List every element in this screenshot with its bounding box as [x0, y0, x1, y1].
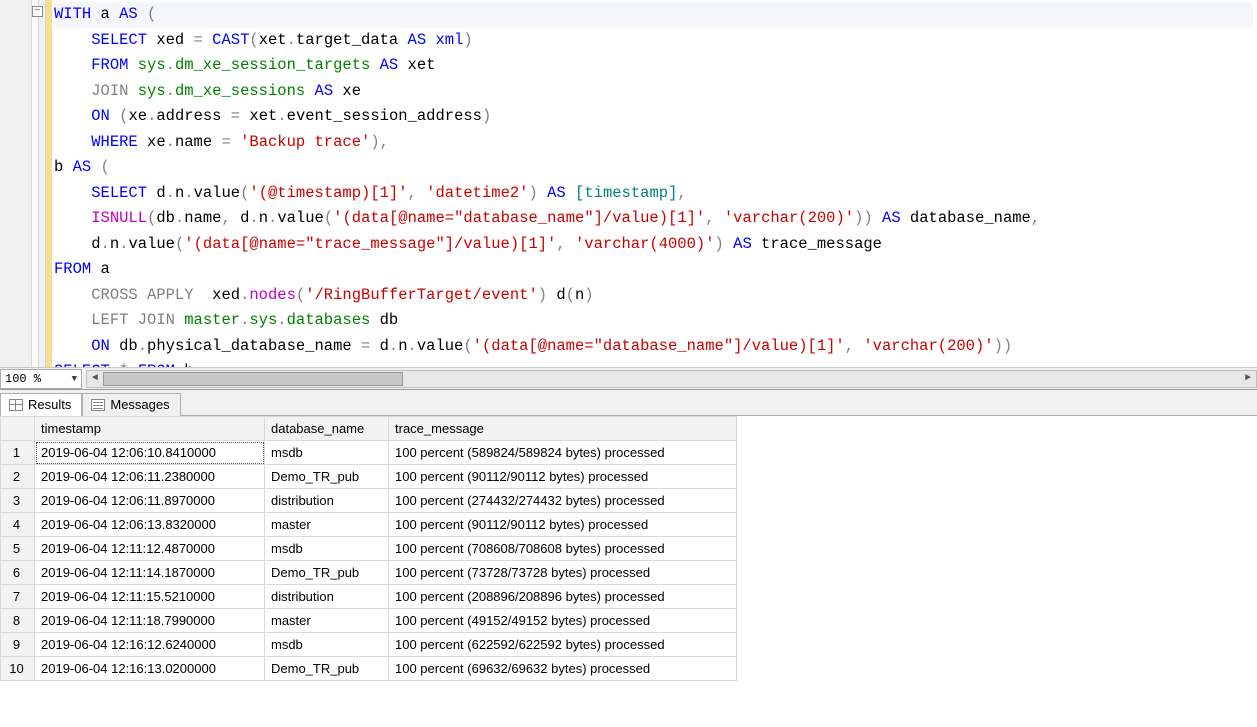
code-line[interactable]: FROM sys.dm_xe_session_targets AS xet	[54, 53, 1253, 79]
code-line[interactable]: ON db.physical_database_name = d.n.value…	[54, 334, 1253, 360]
row-number[interactable]: 8	[1, 609, 35, 633]
cell-timestamp[interactable]: 2019-06-04 12:06:11.8970000	[35, 489, 265, 513]
cell-trace_message[interactable]: 100 percent (208896/208896 bytes) proces…	[389, 585, 737, 609]
cell-database_name[interactable]: distribution	[265, 489, 389, 513]
horizontal-scrollbar[interactable]: ◄ ►	[86, 370, 1257, 388]
results-tab-strip: Results Messages	[0, 390, 1257, 416]
table-row[interactable]: 82019-06-04 12:11:18.7990000master100 pe…	[1, 609, 737, 633]
code-line[interactable]: d.n.value('(data[@name="trace_message"]/…	[54, 232, 1253, 258]
code-line[interactable]: SELECT * FROM b	[54, 359, 1253, 367]
tab-results[interactable]: Results	[0, 393, 82, 416]
code-line[interactable]: LEFT JOIN master.sys.databases db	[54, 308, 1253, 334]
row-number[interactable]: 3	[1, 489, 35, 513]
scrollbar-thumb[interactable]	[103, 372, 403, 386]
cell-database_name[interactable]: msdb	[265, 537, 389, 561]
column-header-trace_message[interactable]: trace_message	[389, 417, 737, 441]
cell-database_name[interactable]: master	[265, 609, 389, 633]
row-number[interactable]: 10	[1, 657, 35, 681]
cell-trace_message[interactable]: 100 percent (69632/69632 bytes) processe…	[389, 657, 737, 681]
code-area[interactable]: − WITH a AS ( SELECT xed = CAST(xet.targ…	[0, 0, 1257, 367]
results-grid-region[interactable]: timestampdatabase_nametrace_message12019…	[0, 416, 1257, 727]
table-row[interactable]: 62019-06-04 12:11:14.1870000Demo_TR_pub1…	[1, 561, 737, 585]
tab-messages-label: Messages	[110, 397, 169, 412]
row-number[interactable]: 7	[1, 585, 35, 609]
code-line[interactable]: CROSS APPLY xed.nodes('/RingBufferTarget…	[54, 283, 1253, 309]
code-text[interactable]: WITH a AS ( SELECT xed = CAST(xet.target…	[52, 0, 1257, 367]
code-line[interactable]: WHERE xe.name = 'Backup trace'),	[54, 130, 1253, 156]
cell-trace_message[interactable]: 100 percent (708608/708608 bytes) proces…	[389, 537, 737, 561]
editor-gutter: −	[0, 0, 46, 367]
code-line[interactable]: FROM a	[54, 257, 1253, 283]
cell-timestamp[interactable]: 2019-06-04 12:11:18.7990000	[35, 609, 265, 633]
cell-trace_message[interactable]: 100 percent (274432/274432 bytes) proces…	[389, 489, 737, 513]
table-row[interactable]: 42019-06-04 12:06:13.8320000master100 pe…	[1, 513, 737, 537]
cell-timestamp[interactable]: 2019-06-04 12:11:14.1870000	[35, 561, 265, 585]
cell-timestamp[interactable]: 2019-06-04 12:06:11.2380000	[35, 465, 265, 489]
row-header-corner	[1, 417, 35, 441]
cell-trace_message[interactable]: 100 percent (49152/49152 bytes) processe…	[389, 609, 737, 633]
messages-icon	[91, 399, 105, 411]
scroll-right-icon[interactable]: ►	[1240, 373, 1256, 384]
row-number[interactable]: 4	[1, 513, 35, 537]
row-number[interactable]: 9	[1, 633, 35, 657]
cell-timestamp[interactable]: 2019-06-04 12:16:13.0200000	[35, 657, 265, 681]
chevron-down-icon: ▼	[72, 374, 77, 384]
code-line[interactable]: JOIN sys.dm_xe_sessions AS xe	[54, 79, 1253, 105]
table-row[interactable]: 102019-06-04 12:16:13.0200000Demo_TR_pub…	[1, 657, 737, 681]
column-header-timestamp[interactable]: timestamp	[35, 417, 265, 441]
table-row[interactable]: 22019-06-04 12:06:11.2380000Demo_TR_pub1…	[1, 465, 737, 489]
cell-database_name[interactable]: Demo_TR_pub	[265, 561, 389, 585]
cell-database_name[interactable]: master	[265, 513, 389, 537]
scroll-left-icon[interactable]: ◄	[87, 373, 103, 384]
row-number[interactable]: 5	[1, 537, 35, 561]
tab-results-label: Results	[28, 397, 71, 412]
sql-editor-region: − WITH a AS ( SELECT xed = CAST(xet.targ…	[0, 0, 1257, 390]
results-table[interactable]: timestampdatabase_nametrace_message12019…	[0, 416, 737, 681]
code-line[interactable]: ISNULL(db.name, d.n.value('(data[@name="…	[54, 206, 1253, 232]
row-number[interactable]: 6	[1, 561, 35, 585]
cell-trace_message[interactable]: 100 percent (90112/90112 bytes) processe…	[389, 465, 737, 489]
cell-database_name[interactable]: distribution	[265, 585, 389, 609]
cell-timestamp[interactable]: 2019-06-04 12:06:13.8320000	[35, 513, 265, 537]
cell-trace_message[interactable]: 100 percent (622592/622592 bytes) proces…	[389, 633, 737, 657]
zoom-dropdown[interactable]: 100 % ▼	[0, 369, 82, 389]
code-line[interactable]: b AS (	[54, 155, 1253, 181]
cell-trace_message[interactable]: 100 percent (73728/73728 bytes) processe…	[389, 561, 737, 585]
cell-database_name[interactable]: Demo_TR_pub	[265, 657, 389, 681]
table-row[interactable]: 92019-06-04 12:16:12.6240000msdb100 perc…	[1, 633, 737, 657]
cell-timestamp[interactable]: 2019-06-04 12:11:12.4870000	[35, 537, 265, 561]
cell-timestamp[interactable]: 2019-06-04 12:06:10.8410000	[35, 441, 265, 465]
column-header-database_name[interactable]: database_name	[265, 417, 389, 441]
cell-trace_message[interactable]: 100 percent (589824/589824 bytes) proces…	[389, 441, 737, 465]
table-row[interactable]: 72019-06-04 12:11:15.5210000distribution…	[1, 585, 737, 609]
results-grid-icon	[9, 399, 23, 411]
cell-database_name[interactable]: msdb	[265, 441, 389, 465]
cell-timestamp[interactable]: 2019-06-04 12:16:12.6240000	[35, 633, 265, 657]
cell-database_name[interactable]: msdb	[265, 633, 389, 657]
collapse-toggle-icon[interactable]: −	[32, 6, 43, 17]
cell-trace_message[interactable]: 100 percent (90112/90112 bytes) processe…	[389, 513, 737, 537]
table-row[interactable]: 12019-06-04 12:06:10.8410000msdb100 perc…	[1, 441, 737, 465]
table-row[interactable]: 32019-06-04 12:06:11.8970000distribution…	[1, 489, 737, 513]
code-line[interactable]: WITH a AS (	[54, 2, 1253, 28]
editor-status-bar: 100 % ▼ ◄ ►	[0, 367, 1257, 389]
row-number[interactable]: 1	[1, 441, 35, 465]
zoom-value: 100 %	[5, 372, 41, 386]
code-line[interactable]: ON (xe.address = xet.event_session_addre…	[54, 104, 1253, 130]
row-number[interactable]: 2	[1, 465, 35, 489]
cell-database_name[interactable]: Demo_TR_pub	[265, 465, 389, 489]
code-line[interactable]: SELECT d.n.value('(@timestamp)[1]', 'dat…	[54, 181, 1253, 207]
cell-timestamp[interactable]: 2019-06-04 12:11:15.5210000	[35, 585, 265, 609]
code-line[interactable]: SELECT xed = CAST(xet.target_data AS xml…	[54, 28, 1253, 54]
table-row[interactable]: 52019-06-04 12:11:12.4870000msdb100 perc…	[1, 537, 737, 561]
tab-messages[interactable]: Messages	[82, 393, 180, 416]
